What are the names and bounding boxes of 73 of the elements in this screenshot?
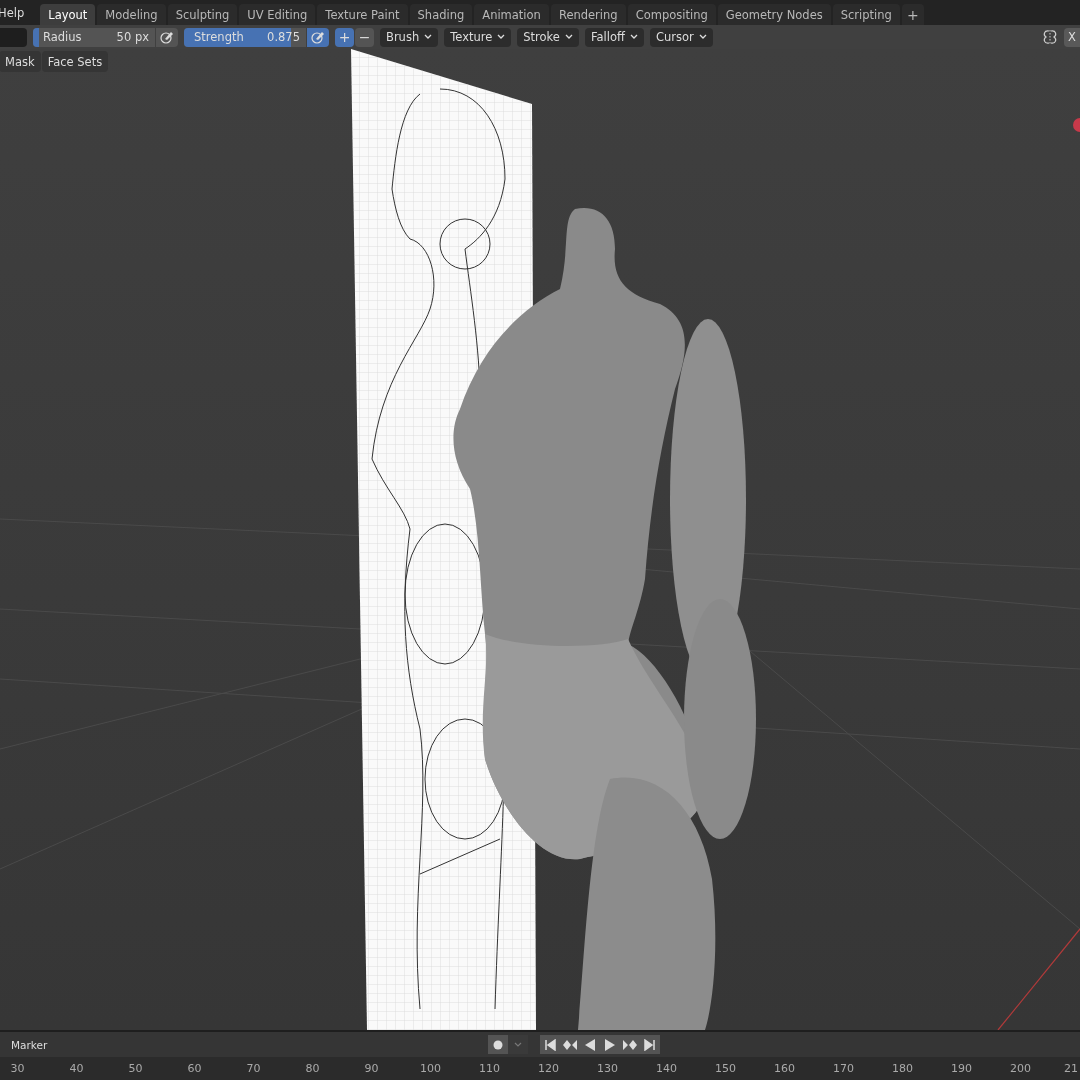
chevron-icon bbox=[698, 34, 707, 40]
dropdown-menu[interactable]: Stroke bbox=[517, 27, 579, 47]
frame-number: 90 bbox=[363, 1062, 380, 1075]
workspace-tab[interactable]: Sculpting bbox=[167, 4, 238, 25]
direction-button[interactable]: + bbox=[335, 27, 354, 47]
frame-number: 170 bbox=[832, 1062, 855, 1075]
pen-icon bbox=[160, 30, 174, 44]
frame-number: 150 bbox=[714, 1062, 737, 1075]
jump-end-button[interactable] bbox=[640, 1035, 660, 1054]
jump-start-button[interactable] bbox=[540, 1035, 560, 1054]
frame-number: 80 bbox=[304, 1062, 321, 1075]
workspace-tab[interactable]: Shading bbox=[409, 4, 473, 25]
slider-value: 50 px bbox=[116, 30, 149, 44]
workspace-tab[interactable]: Texture Paint bbox=[317, 4, 408, 25]
next-keyframe-button[interactable] bbox=[620, 1035, 640, 1054]
slider-label: Radius bbox=[43, 30, 82, 44]
viewport-menu[interactable]: Mask bbox=[0, 51, 41, 72]
symmetry-icon[interactable] bbox=[1042, 29, 1058, 45]
workspace-tab[interactable]: Layout bbox=[40, 4, 96, 25]
workspace-tab[interactable]: Scripting bbox=[832, 4, 900, 25]
frame-number: 180 bbox=[891, 1062, 914, 1075]
frame-number: 50 bbox=[127, 1062, 144, 1075]
dropdown-menu[interactable]: Falloff bbox=[584, 27, 644, 47]
workspace-tab[interactable]: Modeling bbox=[97, 4, 166, 25]
skip-end-icon bbox=[644, 1038, 656, 1051]
brush-slider[interactable]: Radius 50 px bbox=[33, 27, 155, 47]
add-workspace-button[interactable]: + bbox=[901, 4, 924, 25]
help-menu[interactable]: Help bbox=[0, 5, 39, 20]
pen-pressure-button[interactable] bbox=[156, 27, 178, 47]
previous-keyframe-icon bbox=[563, 1038, 577, 1051]
pen-icon bbox=[311, 30, 325, 44]
frame-number: 120 bbox=[537, 1062, 560, 1075]
frame-number: 30 bbox=[9, 1062, 26, 1075]
chevron-icon bbox=[564, 34, 573, 40]
frame-number: 140 bbox=[655, 1062, 678, 1075]
play-button[interactable] bbox=[600, 1035, 620, 1054]
workspace-tab[interactable]: Compositing bbox=[627, 4, 716, 25]
frame-number: 60 bbox=[186, 1062, 203, 1075]
pen-pressure-button[interactable] bbox=[307, 27, 329, 47]
dropdown-menu[interactable]: Brush bbox=[380, 27, 439, 47]
marker-menu[interactable]: Marker bbox=[11, 1038, 48, 1051]
play-icon bbox=[604, 1038, 616, 1051]
workspace-tab[interactable]: UV Editing bbox=[239, 4, 316, 25]
frame-number: 200 bbox=[1009, 1062, 1032, 1075]
chevron-icon bbox=[497, 34, 506, 40]
chevron-icon bbox=[629, 34, 638, 40]
previous-keyframe-button[interactable] bbox=[560, 1035, 580, 1054]
frame-number: 70 bbox=[245, 1062, 262, 1075]
record-icon bbox=[493, 1039, 503, 1050]
frame-number: 130 bbox=[596, 1062, 619, 1075]
frame-number: 160 bbox=[773, 1062, 796, 1075]
slider-label: Strength bbox=[194, 30, 244, 44]
frame-number: 21 bbox=[1064, 1062, 1078, 1075]
viewport-menu[interactable]: Face Sets bbox=[41, 51, 109, 72]
frame-number: 190 bbox=[950, 1062, 973, 1075]
workspace-tab[interactable]: Geometry Nodes bbox=[717, 4, 831, 25]
frame-number: 100 bbox=[419, 1062, 442, 1075]
dropdown-menu[interactable]: Cursor bbox=[649, 27, 713, 47]
direction-button[interactable]: − bbox=[355, 27, 374, 47]
frame-number: 40 bbox=[68, 1062, 85, 1075]
workspace-tab[interactable]: Rendering bbox=[550, 4, 626, 25]
play-reverse-button[interactable] bbox=[580, 1035, 600, 1054]
dropdown-menu[interactable]: Texture bbox=[444, 27, 512, 47]
next-keyframe-icon bbox=[623, 1038, 637, 1051]
workspace-tab[interactable]: Animation bbox=[474, 4, 549, 25]
brush-swatch[interactable] bbox=[0, 27, 27, 47]
play-reverse-icon bbox=[584, 1038, 596, 1051]
record-button[interactable] bbox=[488, 1035, 508, 1054]
chevron-icon bbox=[514, 1041, 522, 1048]
skip-start-icon bbox=[544, 1038, 556, 1051]
frame-number: 110 bbox=[478, 1062, 501, 1075]
chevron-icon bbox=[424, 34, 433, 40]
mirror-axis-button[interactable]: X bbox=[1064, 27, 1080, 47]
